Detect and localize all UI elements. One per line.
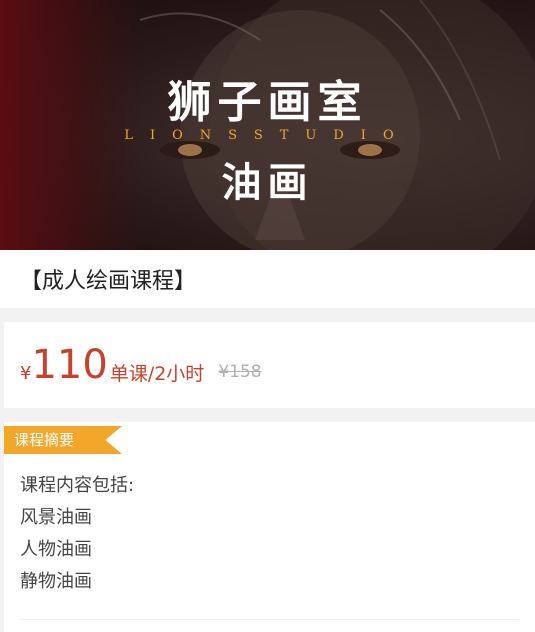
summary-body: 课程内容包括: 风景油画 人物油画 静物油画	[20, 470, 134, 598]
course-title: 【成人绘画课程】	[20, 269, 197, 294]
original-price: ¥158	[218, 362, 262, 382]
price-amount: 110	[31, 342, 108, 388]
summary-tag: 课程摘要	[4, 426, 122, 454]
summary-line: 课程内容包括:	[20, 475, 135, 496]
currency-symbol: ¥	[20, 362, 32, 384]
divider	[20, 619, 519, 620]
price-unit: 单课/2小时	[109, 362, 205, 385]
course-title-card: 【成人绘画课程】	[0, 250, 535, 322]
price-card: ¥ 110 单课/2小时 ¥158	[4, 322, 535, 422]
summary-line: 人物油画	[20, 539, 92, 560]
summary-card: 课程摘要 课程内容包括: 风景油画 人物油画 静物油画	[4, 422, 535, 632]
banner-title: 狮子画室	[167, 77, 368, 128]
summary-line: 风景油画	[20, 507, 92, 528]
course-banner: 狮子画室 LIONSSTUDIO 油画	[0, 0, 535, 250]
banner-studio-label: LIONSSTUDIO	[124, 128, 411, 143]
summary-line: 静物油画	[20, 571, 92, 592]
banner-subtitle: 油画	[221, 160, 314, 206]
